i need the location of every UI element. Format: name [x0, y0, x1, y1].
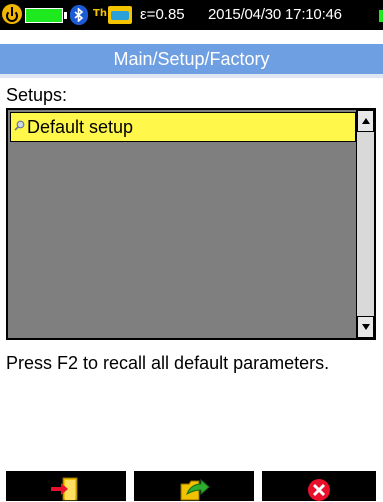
title-divider [0, 74, 383, 78]
scroll-up-button[interactable] [357, 110, 374, 132]
arrow-down-icon [362, 324, 370, 330]
list-item-default-setup[interactable]: Default setup [10, 112, 356, 142]
recall-icon [180, 478, 210, 501]
f1-exit-button[interactable] [6, 471, 126, 501]
sd-card-icon [108, 6, 132, 24]
list-scrollbar[interactable] [356, 110, 374, 338]
arrow-up-icon [362, 118, 370, 124]
status-indicator [379, 10, 383, 22]
header-spacer [0, 30, 383, 44]
datetime: 2015/04/30 17:10:46 [208, 6, 342, 23]
help-message: Press F2 to recall all default parameter… [6, 353, 330, 373]
exit-icon [51, 477, 78, 501]
key-divider [126, 471, 134, 501]
setups-label: Setups: [6, 85, 68, 105]
power-icon [2, 4, 22, 24]
scroll-down-button[interactable] [357, 316, 374, 338]
f3-cancel-button[interactable] [262, 471, 376, 501]
thermocouple-label: Th [93, 8, 107, 19]
page-title: Main/Setup/Factory [0, 44, 383, 74]
cancel-icon [308, 479, 330, 501]
bluetooth-icon [70, 5, 88, 25]
function-key-bar [0, 471, 383, 501]
battery-icon [25, 8, 67, 23]
list-item-label: Default setup [27, 117, 134, 137]
key-divider [376, 471, 383, 501]
footer-spacer [0, 463, 383, 471]
emissivity-value: ε=0.85 [140, 6, 185, 23]
status-bar: Th ε=0.85 2015/04/30 17:10:46 [0, 0, 383, 30]
f2-recall-button[interactable] [134, 471, 254, 501]
setups-list[interactable]: Default setup [6, 108, 376, 340]
magnifier-icon [14, 120, 25, 131]
key-divider [254, 471, 262, 501]
